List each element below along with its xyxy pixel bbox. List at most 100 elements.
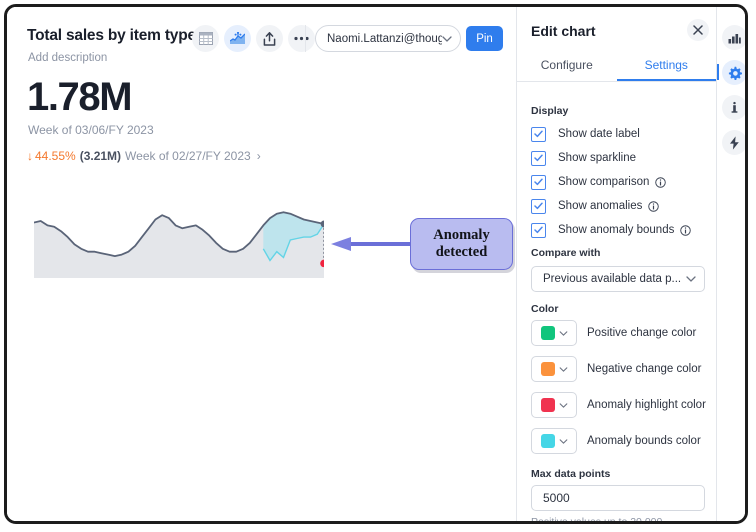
- delta-period-label: Week of 02/27/FY 2023: [125, 149, 251, 163]
- toolbar-divider: [305, 25, 306, 52]
- app-window: Total sales by item type Add description: [4, 4, 748, 524]
- rail-active-indicator: [717, 64, 719, 80]
- rail-button-settings[interactable]: [722, 60, 745, 85]
- info-icon[interactable]: [680, 225, 691, 236]
- more-options-icon: [294, 36, 309, 41]
- display-section-label: Display: [531, 105, 568, 117]
- color-row-anomaly-bounds: Anomaly bounds color: [531, 427, 701, 455]
- compare-with-label: Compare with: [531, 247, 600, 259]
- info-icon[interactable]: [655, 177, 666, 188]
- chevron-down-icon: [442, 36, 452, 42]
- right-icon-rail: [717, 7, 745, 521]
- delta-absolute: (3.21M): [80, 149, 121, 163]
- anomaly-highlight-color-picker[interactable]: [531, 392, 577, 418]
- close-icon: [693, 25, 703, 35]
- checkbox-row-show-anomalies[interactable]: Show anomalies: [531, 197, 659, 215]
- compare-with-value: Previous available data p...: [543, 273, 686, 285]
- check-icon: [534, 130, 543, 138]
- anomaly-detected-callout: Anomaly detected: [410, 218, 513, 270]
- color-section-label: Color: [531, 303, 558, 315]
- checkbox-show-comparison[interactable]: [531, 175, 546, 190]
- chevron-down-icon: [686, 276, 696, 282]
- color-label: Anomaly bounds color: [587, 435, 701, 447]
- checkbox-row-show-sparkline[interactable]: Show sparkline: [531, 149, 636, 167]
- compare-with-dropdown[interactable]: Previous available data p...: [531, 266, 705, 292]
- pin-button[interactable]: Pin: [466, 26, 503, 51]
- page-title: Total sales by item type: [27, 27, 196, 45]
- sparkline-chart[interactable]: [34, 183, 324, 278]
- check-icon: [534, 202, 543, 210]
- positive-change-color-picker[interactable]: [531, 320, 577, 346]
- check-icon: [534, 226, 543, 234]
- color-row-negative-change: Negative change color: [531, 355, 701, 383]
- color-label: Anomaly highlight color: [587, 399, 706, 411]
- negative-change-swatch: [541, 362, 555, 376]
- callout-line-1: Anomaly: [433, 227, 489, 243]
- more-options-button[interactable]: [288, 25, 315, 52]
- lightning-bolt-icon: [729, 136, 740, 150]
- max-data-points-label: Max data points: [531, 468, 610, 480]
- close-panel-button[interactable]: [687, 19, 709, 41]
- check-icon: [534, 178, 543, 186]
- kpi-value: 1.78M: [27, 77, 131, 117]
- tab-settings[interactable]: Settings: [617, 53, 717, 81]
- edit-chart-panel: Edit chart Configure Settings Display Sh…: [517, 7, 716, 521]
- annotation-arrow: [325, 235, 413, 253]
- max-data-points-input[interactable]: [531, 485, 705, 511]
- panel-title: Edit chart: [531, 23, 596, 39]
- anomaly-bounds-color-picker[interactable]: [531, 428, 577, 454]
- checkbox-label: Show date label: [558, 128, 640, 140]
- tab-configure[interactable]: Configure: [517, 53, 617, 81]
- color-row-anomaly-highlight: Anomaly highlight color: [531, 391, 706, 419]
- checkbox-row-show-comparison[interactable]: Show comparison: [531, 173, 666, 191]
- anomaly-highlight-swatch: [541, 398, 555, 412]
- checkbox-label: Show sparkline: [558, 152, 636, 164]
- checkbox-show-sparkline[interactable]: [531, 151, 546, 166]
- callout-line-2: detected: [436, 244, 488, 260]
- check-icon: [534, 154, 543, 162]
- area-chart-icon: [230, 32, 245, 45]
- chart-view-button[interactable]: [224, 25, 251, 52]
- color-label: Positive change color: [587, 327, 696, 339]
- chevron-down-icon: [559, 367, 568, 372]
- color-row-positive-change: Positive change color: [531, 319, 696, 347]
- checkbox-row-show-date-label[interactable]: Show date label: [531, 125, 640, 143]
- checkbox-row-show-anomaly-bounds[interactable]: Show anomaly bounds: [531, 221, 691, 239]
- checkbox-show-anomalies[interactable]: [531, 199, 546, 214]
- chart-card: Total sales by item type Add description: [7, 7, 513, 521]
- info-icon: [728, 101, 741, 114]
- info-icon[interactable]: [648, 201, 659, 212]
- sparkline-svg: [34, 183, 324, 278]
- checkbox-show-date-label[interactable]: [531, 127, 546, 142]
- chevron-down-icon: [559, 439, 568, 444]
- add-description-link[interactable]: Add description: [28, 52, 107, 64]
- bar-chart-icon: [728, 32, 741, 44]
- rail-button-charts[interactable]: [722, 25, 745, 50]
- anomaly-bounds-swatch: [541, 434, 555, 448]
- checkbox-show-anomaly-bounds[interactable]: [531, 223, 546, 238]
- max-data-points-hint: Positive values up to 20,000: [531, 516, 662, 521]
- user-filter-dropdown[interactable]: Naomi.Lattanzi@thoug...: [315, 25, 461, 52]
- panel-tabs: Configure Settings: [517, 53, 716, 81]
- table-view-button[interactable]: [192, 25, 219, 52]
- checkbox-label: Show anomalies: [558, 200, 642, 212]
- gear-icon: [728, 66, 742, 80]
- kpi-comparison-row[interactable]: ↓ 44.55% (3.21M) Week of 02/27/FY 2023 ›: [27, 148, 261, 164]
- share-upload-icon: [263, 32, 276, 46]
- delta-down-arrow-icon: ↓: [27, 149, 33, 163]
- negative-change-color-picker[interactable]: [531, 356, 577, 382]
- user-filter-value: Naomi.Lattanzi@thoug...: [327, 33, 442, 45]
- checkbox-label: Show comparison: [558, 176, 649, 188]
- rail-button-info[interactable]: [722, 95, 745, 120]
- kpi-period-label: Week of 03/06/FY 2023: [28, 123, 154, 137]
- checkbox-label: Show anomaly bounds: [558, 224, 674, 236]
- color-label: Negative change color: [587, 363, 701, 375]
- chevron-down-icon: [559, 331, 568, 336]
- rail-button-actions[interactable]: [722, 130, 745, 155]
- chevron-right-icon: ›: [257, 149, 261, 163]
- tabs-underline: [517, 81, 716, 82]
- chevron-down-icon: [559, 403, 568, 408]
- table-icon: [199, 32, 213, 45]
- share-button[interactable]: [256, 25, 283, 52]
- positive-change-swatch: [541, 326, 555, 340]
